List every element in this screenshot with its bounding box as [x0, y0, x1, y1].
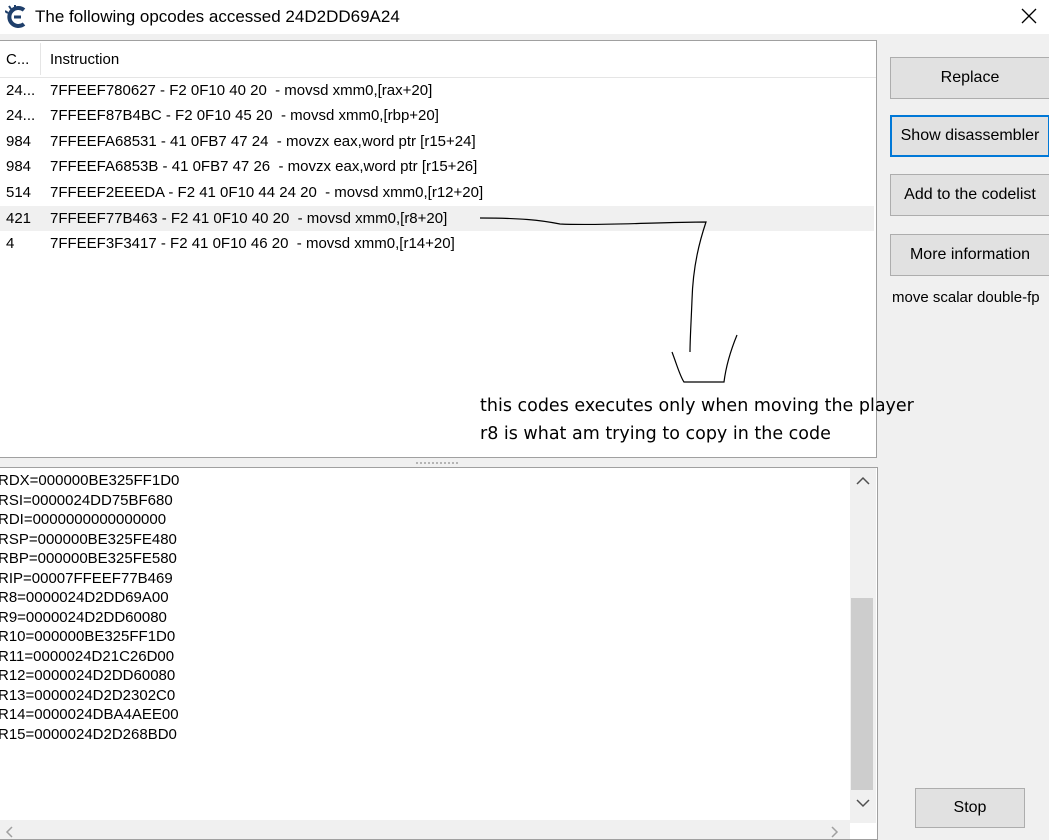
cheat-engine-icon [5, 5, 26, 28]
row-count: 514 [6, 184, 32, 201]
row-instruction: 7FFEEFA68531 - 41 0FB7 47 24 - movzx eax… [50, 133, 476, 150]
register-line: R8=0000024D2DD69A00 [0, 589, 169, 606]
row-instruction: 7FFEEFA6853B - 41 0FB7 47 26 - movzx eax… [50, 158, 478, 175]
row-count: 24... [6, 82, 36, 99]
stop-button[interactable]: Stop [915, 788, 1025, 828]
register-line: R10=000000BE325FF1D0 [0, 628, 176, 645]
register-line: RDI=0000000000000000 [0, 511, 167, 528]
register-line: RDX=000000BE325FF1D0 [0, 472, 180, 489]
register-line: RSI=0000024DD75BF680 [0, 492, 173, 509]
show-disassembler-button[interactable]: Show disassembler [890, 115, 1049, 157]
list-row[interactable]: 24... 7FFEEF87B4BC - F2 0F10 45 20 - mov… [0, 103, 874, 128]
row-instruction: 7FFEEF77B463 - F2 41 0F10 40 20 - movsd … [50, 210, 448, 227]
instruction-description: move scalar double-fp [892, 289, 1040, 306]
row-count: 421 [6, 210, 32, 227]
horizontal-scrollbar[interactable] [0, 820, 850, 839]
register-line: RIP=00007FFEEF77B469 [0, 570, 173, 587]
register-line: R15=0000024D2D268BD0 [0, 726, 177, 743]
window-title: The following opcodes accessed 24D2DD69A… [35, 7, 400, 26]
scroll-down-icon[interactable] [855, 798, 871, 808]
register-line: RBP=000000BE325FE580 [0, 550, 177, 567]
register-line: RSP=000000BE325FE480 [0, 531, 177, 548]
annotation-note: this codes executes only when moving the… [480, 392, 914, 448]
register-line: R13=0000024D2D2302C0 [0, 687, 176, 704]
more-information-button[interactable]: More information [890, 234, 1049, 276]
row-instruction: 7FFEEF2EEEDA - F2 41 0F10 44 24 20 - mov… [50, 184, 484, 201]
row-instruction: 7FFEEF780627 - F2 0F10 40 20 - movsd xmm… [50, 82, 433, 99]
row-count: 4 [6, 235, 15, 252]
annotation-line-2: r8 is what am trying to copy in the code [480, 424, 831, 444]
column-header-count[interactable]: C... [6, 51, 38, 68]
scroll-thumb[interactable] [851, 598, 873, 790]
list-row-selected[interactable]: 421 7FFEEF77B463 - F2 41 0F10 40 20 - mo… [0, 206, 874, 231]
register-line: R12=0000024D2DD60080 [0, 667, 176, 684]
row-instruction: 7FFEEF87B4BC - F2 0F10 45 20 - movsd xmm… [50, 107, 439, 124]
register-line: R9=0000024D2DD60080 [0, 609, 167, 626]
list-row[interactable]: 984 7FFEEFA68531 - 41 0FB7 47 24 - movzx… [0, 129, 874, 154]
list-row[interactable]: 4 7FFEEF3F3417 - F2 41 0F10 46 20 - movs… [0, 231, 874, 256]
close-icon[interactable] [1017, 4, 1041, 28]
column-header-instruction[interactable]: Instruction [50, 51, 119, 68]
column-separator[interactable] [40, 43, 41, 75]
list-row[interactable]: 984 7FFEEFA6853B - 41 0FB7 47 26 - movzx… [0, 154, 874, 179]
row-count: 984 [6, 158, 32, 175]
scroll-left-icon[interactable] [4, 825, 14, 839]
row-instruction: 7FFEEF3F3417 - F2 41 0F10 46 20 - movsd … [50, 235, 455, 252]
list-row[interactable]: 24... 7FFEEF780627 - F2 0F10 40 20 - mov… [0, 78, 874, 103]
register-panel[interactable]: RDX=000000BE325FF1D0 RSI=0000024DD75BF68… [0, 467, 878, 840]
title-bar: The following opcodes accessed 24D2DD69A… [0, 0, 1049, 34]
row-count: 24... [6, 107, 36, 124]
scroll-right-icon[interactable] [830, 825, 840, 839]
list-row[interactable]: 514 7FFEEF2EEEDA - F2 41 0F10 44 24 20 -… [0, 180, 874, 205]
splitter-grip[interactable] [415, 461, 459, 465]
list-header: C... Instruction [0, 41, 876, 78]
register-line: R14=0000024DBA4AEE00 [0, 706, 179, 723]
row-count: 984 [6, 133, 32, 150]
register-line: R11=0000024D21C26D00 [0, 648, 175, 665]
scroll-up-icon[interactable] [855, 476, 871, 486]
add-to-codelist-button[interactable]: Add to the codelist [890, 174, 1049, 216]
replace-button[interactable]: Replace [890, 57, 1049, 99]
annotation-line-1: this codes executes only when moving the… [480, 396, 914, 416]
